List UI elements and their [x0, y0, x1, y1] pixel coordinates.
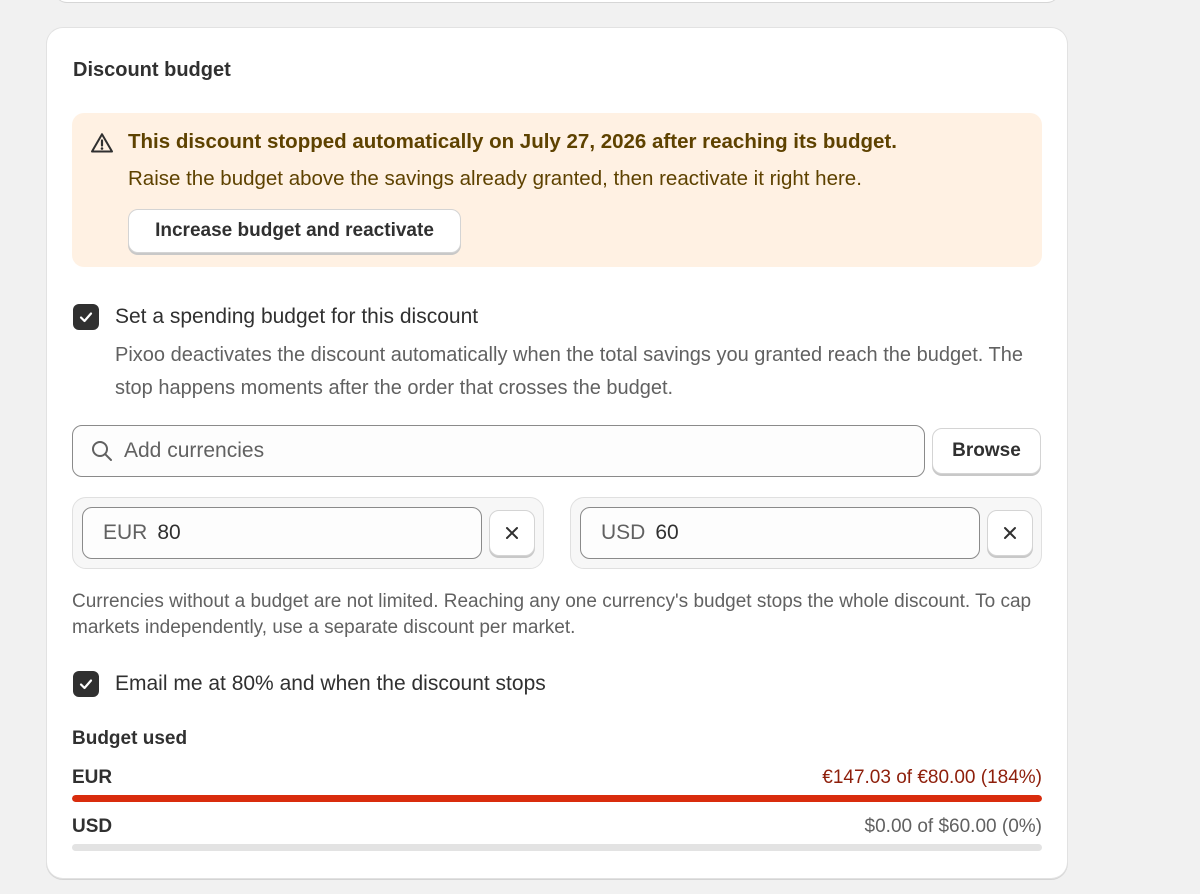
- email-alert-checkbox-row[interactable]: Email me at 80% and when the discount st…: [73, 671, 546, 697]
- close-icon: [1004, 527, 1016, 539]
- budget-used-title: Budget used: [72, 728, 188, 749]
- banner-body: Raise the budget above the savings alrea…: [128, 167, 862, 190]
- currency-value: 80: [157, 521, 181, 544]
- usage-progress-track: [72, 844, 1042, 851]
- email-alert-label: Email me at 80% and when the discount st…: [115, 672, 546, 695]
- currency-code: USD: [601, 521, 646, 544]
- usage-currency-code: USD: [72, 816, 113, 837]
- usage-currency-code: EUR: [72, 767, 113, 788]
- previous-card-edge: [55, 0, 1059, 2]
- currency-code: EUR: [103, 521, 148, 544]
- warning-banner: This discount stopped automatically on J…: [72, 113, 1042, 267]
- spending-budget-help: Pixoo deactivates the discount automatic…: [115, 344, 1023, 399]
- search-placeholder: Add currencies: [124, 439, 265, 462]
- usage-progress-track: [72, 795, 1042, 802]
- alert-triangle-icon: [91, 133, 113, 153]
- browse-button[interactable]: Browse: [932, 428, 1041, 474]
- usage-amount: €147.03 of €80.00 (184%): [822, 767, 1042, 788]
- spending-budget-label: Set a spending budget for this discount: [115, 305, 479, 328]
- currency-search-input[interactable]: Add currencies: [72, 425, 925, 477]
- currency-value: 60: [655, 521, 679, 544]
- usage-amount: $0.00 of $60.00 (0%): [864, 816, 1042, 837]
- search-icon: [92, 441, 112, 461]
- currency-amount-input-usd[interactable]: USD 60: [580, 507, 980, 559]
- usage-progress-fill: [72, 795, 1042, 802]
- currency-amount-input-eur[interactable]: EUR 80: [82, 507, 482, 559]
- card-title: Discount budget: [73, 59, 231, 81]
- spending-budget-checkbox-row[interactable]: Set a spending budget for this discount: [73, 304, 478, 330]
- increase-budget-reactivate-button[interactable]: Increase budget and reactivate: [128, 209, 461, 253]
- discount-budget-card: Discount budget This discount stopped au…: [47, 28, 1067, 878]
- banner-title: This discount stopped automatically on J…: [128, 130, 897, 153]
- checkmark-icon: [79, 312, 93, 323]
- checkmark-icon: [79, 679, 93, 690]
- currency-chip-usd: USD 60: [570, 497, 1042, 569]
- remove-currency-eur-button[interactable]: [489, 510, 535, 556]
- currency-chip-eur: EUR 80: [72, 497, 544, 569]
- close-icon: [506, 527, 518, 539]
- remove-currency-usd-button[interactable]: [987, 510, 1033, 556]
- email-alert-checkbox[interactable]: [73, 671, 99, 697]
- spending-budget-checkbox[interactable]: [73, 304, 99, 330]
- currency-note: Currencies without a budget are not limi…: [72, 591, 1032, 638]
